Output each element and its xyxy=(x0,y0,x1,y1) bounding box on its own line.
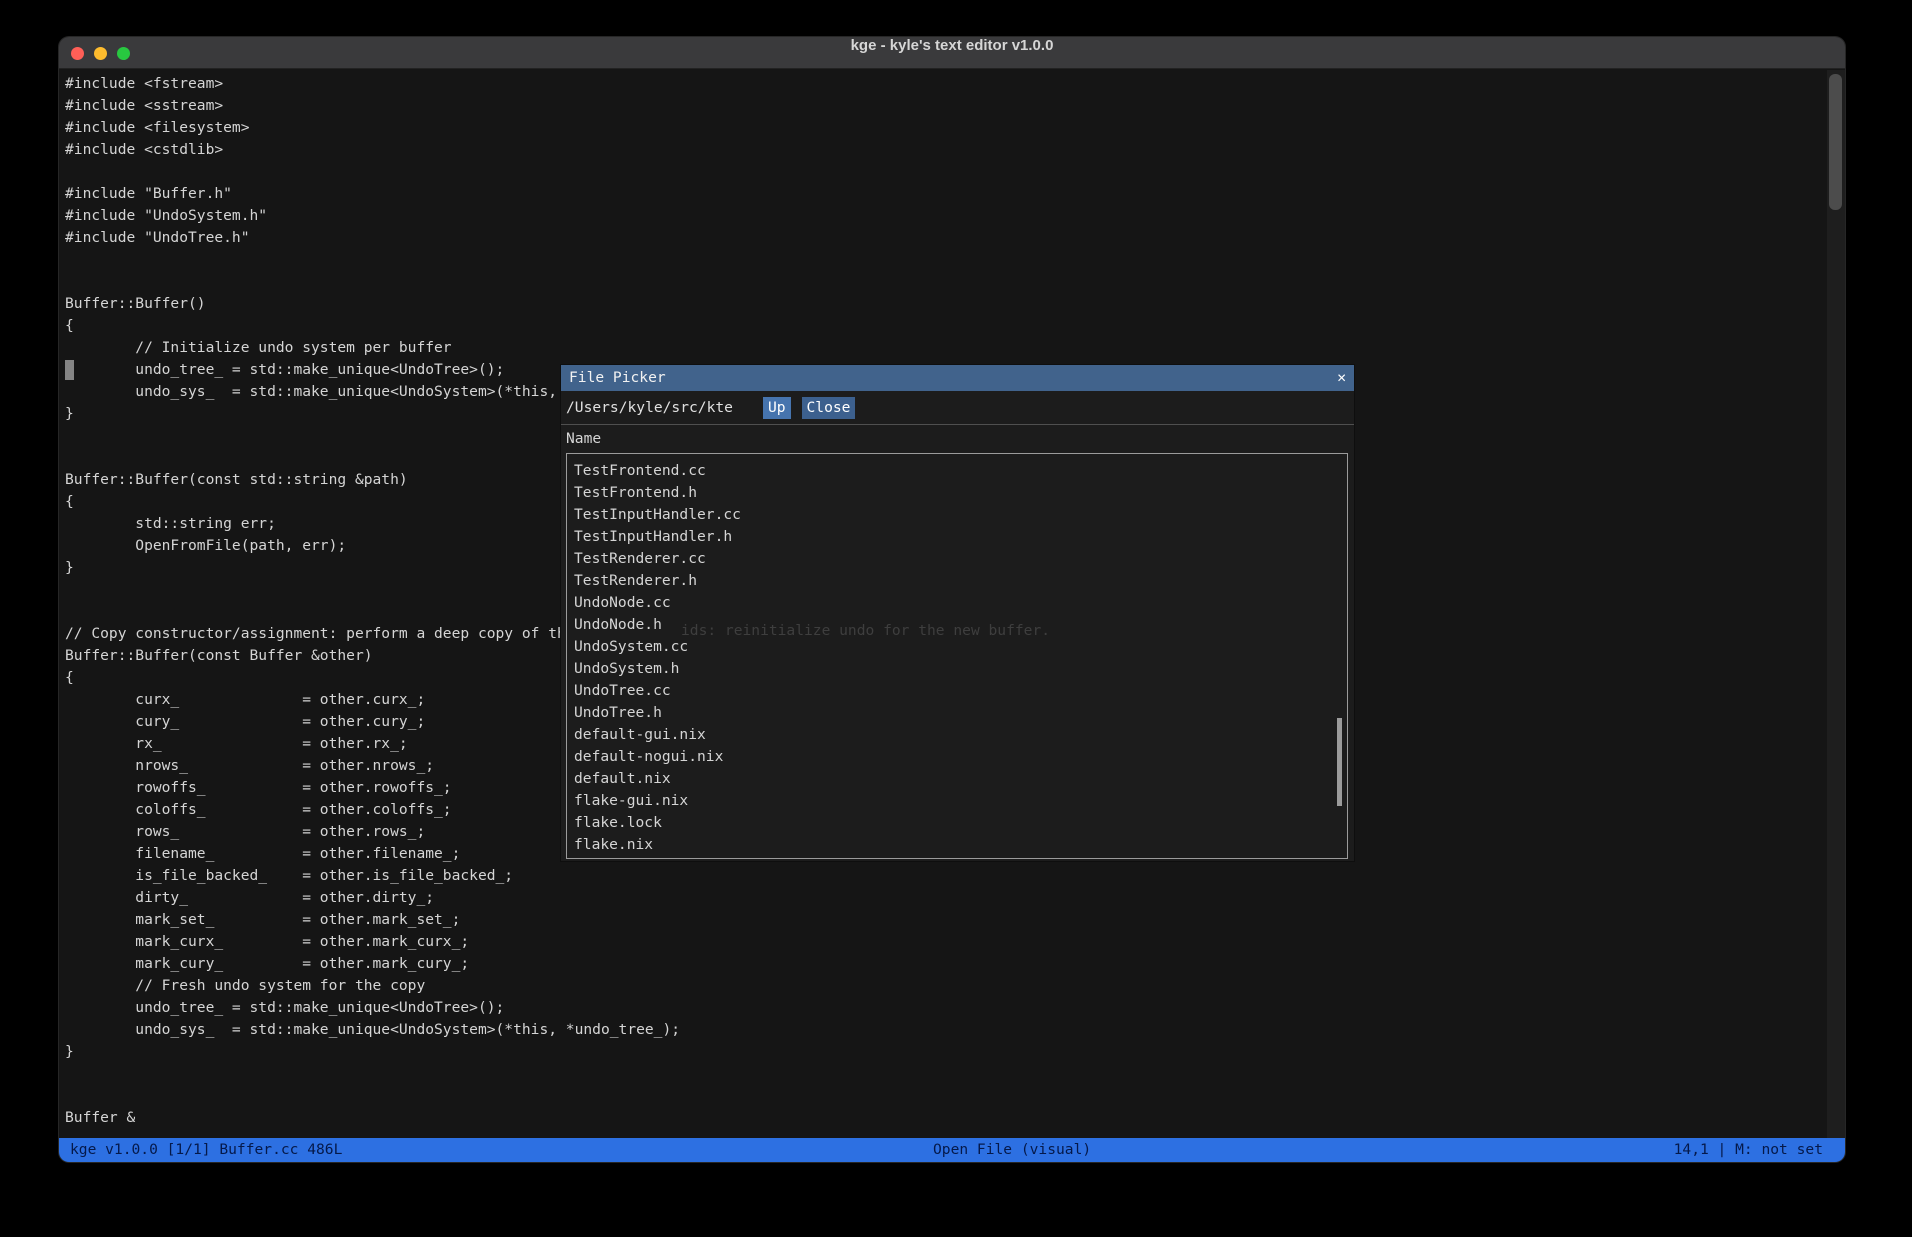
code-line: #include "Buffer.h" xyxy=(65,183,680,205)
code-line: #include <fstream> xyxy=(65,73,680,95)
file-list-scrollbar-thumb[interactable] xyxy=(1337,718,1342,806)
code-line xyxy=(65,1085,680,1107)
up-button[interactable]: Up xyxy=(763,397,791,419)
file-list-item[interactable]: TestFrontend.h xyxy=(567,482,1347,504)
dialog-close-icon[interactable]: ✕ xyxy=(1337,365,1346,391)
code-line xyxy=(65,161,680,183)
window-titlebar[interactable]: kge - kyle's text editor v1.0.0 xyxy=(59,37,1845,69)
status-left: kge v1.0.0 [1/1] Buffer.cc 486L xyxy=(70,1138,342,1162)
code-line: dirty_ = other.dirty_; xyxy=(65,887,680,909)
file-list-item[interactable]: UndoNode.cc xyxy=(567,592,1347,614)
code-line: is_file_backed_ = other.is_file_backed_; xyxy=(65,865,680,887)
editor-scrollbar-thumb[interactable] xyxy=(1829,74,1842,210)
file-list-item[interactable]: UndoTree.h xyxy=(567,702,1347,724)
code-line: // Fresh undo system for the copy xyxy=(65,975,680,997)
file-list-item[interactable]: UndoNode.h xyxy=(567,614,1347,636)
code-line: #include "UndoSystem.h" xyxy=(65,205,680,227)
code-line: Buffer & xyxy=(65,1107,680,1129)
desktop-background: kge - kyle's text editor v1.0.0 #include… xyxy=(0,0,1912,1237)
window-title: kge - kyle's text editor v1.0.0 xyxy=(59,37,1845,69)
file-picker-dialog: File Picker ✕ /Users/kyle/src/kte Up Clo… xyxy=(561,365,1354,861)
status-center: Open File (visual) xyxy=(933,1138,1091,1162)
text-cursor xyxy=(65,360,74,380)
status-right: 14,1 | M: not set xyxy=(1674,1138,1823,1162)
code-line: { xyxy=(65,315,680,337)
close-button[interactable]: Close xyxy=(802,397,856,419)
code-line xyxy=(65,1063,680,1085)
file-picker-titlebar[interactable]: File Picker ✕ xyxy=(561,365,1354,391)
file-list-item[interactable]: default.nix xyxy=(567,768,1347,790)
current-path: /Users/kyle/src/kte xyxy=(566,399,733,416)
code-line: #include <cstdlib> xyxy=(65,139,680,161)
code-line: } xyxy=(65,1041,680,1063)
code-line xyxy=(65,249,680,271)
code-line: mark_cury_ = other.mark_cury_; xyxy=(65,953,680,975)
file-list-item[interactable]: TestRenderer.cc xyxy=(567,548,1347,570)
file-list-item[interactable]: default-nogui.nix xyxy=(567,746,1347,768)
file-list-item[interactable]: flake.nix xyxy=(567,834,1347,856)
status-bar: kge v1.0.0 [1/1] Buffer.cc 486L Open Fil… xyxy=(59,1138,1845,1162)
file-picker-title: File Picker xyxy=(569,365,666,391)
file-list-item[interactable]: flake.lock xyxy=(567,812,1347,834)
code-line: mark_set_ = other.mark_set_; xyxy=(65,909,680,931)
code-line: // Initialize undo system per buffer xyxy=(65,337,680,359)
editor-window: kge - kyle's text editor v1.0.0 #include… xyxy=(59,37,1845,1162)
file-list-item[interactable]: default-gui.nix xyxy=(567,724,1347,746)
file-list-item[interactable]: TestFrontend.cc xyxy=(567,460,1347,482)
file-picker-path-row: /Users/kyle/src/kte Up Close xyxy=(561,391,1354,425)
code-line: #include "UndoTree.h" xyxy=(65,227,680,249)
column-header-name: Name xyxy=(566,425,601,453)
editor-scrollbar[interactable] xyxy=(1827,70,1845,1138)
file-list-item[interactable]: flake-gui.nix xyxy=(567,790,1347,812)
file-list-item[interactable]: UndoSystem.h xyxy=(567,658,1347,680)
code-line xyxy=(65,271,680,293)
code-line: undo_sys_ = std::make_unique<UndoSystem>… xyxy=(65,1019,680,1041)
file-list: TestFrontend.ccTestFrontend.hTestInputHa… xyxy=(566,453,1348,859)
file-list-item[interactable]: TestRenderer.h xyxy=(567,570,1347,592)
code-line: mark_curx_ = other.mark_curx_; xyxy=(65,931,680,953)
file-list-item[interactable]: UndoSystem.cc xyxy=(567,636,1347,658)
file-list-item[interactable]: TestInputHandler.cc xyxy=(567,504,1347,526)
code-line: Buffer::Buffer() xyxy=(65,293,680,315)
file-list-item[interactable]: TestInputHandler.h xyxy=(567,526,1347,548)
code-line: #include <filesystem> xyxy=(65,117,680,139)
file-list-item[interactable]: UndoTree.cc xyxy=(567,680,1347,702)
code-line: #include <sstream> xyxy=(65,95,680,117)
code-line: undo_tree_ = std::make_unique<UndoTree>(… xyxy=(65,997,680,1019)
